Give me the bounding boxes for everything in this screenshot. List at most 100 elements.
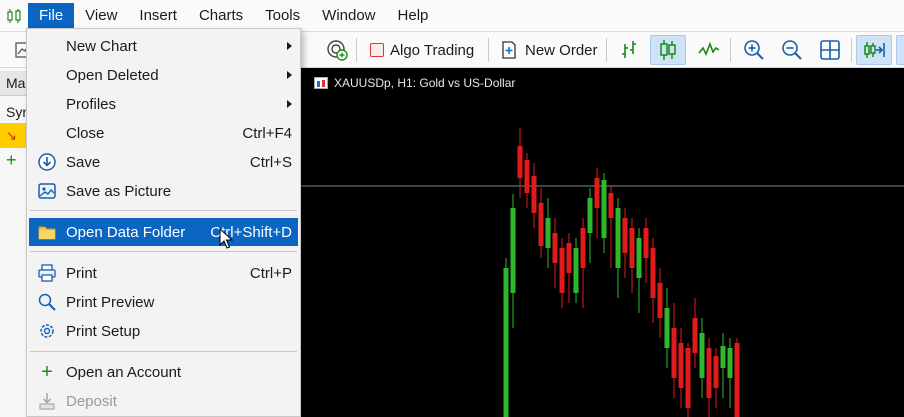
symbol-column-label: Syr <box>6 103 27 120</box>
picture-icon <box>37 181 57 201</box>
candlestick-icon <box>660 40 676 60</box>
candle-bull-body <box>587 198 593 233</box>
save-label: Save <box>66 153 101 171</box>
chart-window[interactable]: XAUUSDp, H1: Gold vs US-Dollar <box>300 68 904 417</box>
app-candlestick-icon[interactable] <box>0 0 28 32</box>
candle-bull-body <box>720 346 726 368</box>
menu-view[interactable]: View <box>74 3 128 29</box>
candle-bear-body <box>580 228 586 268</box>
auto-scroll-icon <box>864 42 885 58</box>
candle-bear-body <box>734 343 740 417</box>
candle-bear-body <box>685 348 691 408</box>
candle-bear-body <box>643 228 649 258</box>
candle-bear-body <box>531 176 537 213</box>
candle-bull-body <box>601 180 607 238</box>
new-order-button[interactable]: New Order <box>494 35 603 65</box>
close-shortcut: Ctrl+F4 <box>242 124 292 142</box>
save-as-picture-label: Save as Picture <box>66 182 172 200</box>
menu-item-open-deleted[interactable]: Open Deleted <box>29 61 298 89</box>
menu-item-profiles[interactable]: Profiles <box>29 90 298 118</box>
candle-bear-body <box>524 160 530 193</box>
menu-tools[interactable]: Tools <box>254 3 311 29</box>
menu-item-print-setup[interactable]: Print Setup <box>29 317 298 345</box>
print-preview-label: Print Preview <box>66 293 155 311</box>
candle-bear-body <box>657 283 663 318</box>
bar-chart-button[interactable] <box>612 35 646 65</box>
candle-bear-body <box>566 243 572 273</box>
candle-bear-body <box>517 146 523 178</box>
new-chart-label: New Chart <box>66 37 137 55</box>
candle-bear-body <box>559 248 565 293</box>
file-menu-dropdown: New Chart Open Deleted Profiles Close Ct… <box>26 28 301 417</box>
candle-bull-body <box>664 308 670 348</box>
candle-bear-body <box>622 218 628 253</box>
menu-item-open-account[interactable]: + Open an Account <box>29 358 298 386</box>
print-setup-gear-icon <box>37 321 57 341</box>
zoom-out-button[interactable] <box>775 35 809 65</box>
menu-file[interactable]: File <box>28 2 75 29</box>
candle-bear-body <box>678 343 684 388</box>
open-data-folder-label: Open Data Folder <box>66 223 186 241</box>
menu-window[interactable]: Window <box>311 3 386 29</box>
menu-item-open-data-folder[interactable]: Open Data Folder Ctrl+Shift+D <box>29 218 298 246</box>
menu-item-save-as-picture[interactable]: Save as Picture <box>29 177 298 205</box>
deposit-icon <box>37 391 57 411</box>
algo-trading-button[interactable]: Algo Trading <box>365 35 479 65</box>
print-setup-label: Print Setup <box>66 322 141 340</box>
tile-windows-icon <box>820 40 840 60</box>
menu-item-print-preview[interactable]: Print Preview <box>29 288 298 316</box>
arrow-down-right-icon: ↘ <box>6 127 17 143</box>
plus-icon: + <box>6 150 17 170</box>
candles-group <box>503 128 740 417</box>
menu-item-deposit[interactable]: Deposit <box>29 387 298 415</box>
candle-bear-body <box>650 248 656 298</box>
folder-icon <box>37 222 57 242</box>
candlestick-chart-button[interactable] <box>650 35 686 65</box>
menu-insert[interactable]: Insert <box>128 3 188 29</box>
menu-item-new-chart[interactable]: New Chart <box>29 32 298 60</box>
candle-bear-body <box>538 203 544 246</box>
candle-bear-body <box>671 328 677 378</box>
candle-bear-body <box>629 228 635 268</box>
candle-bear-body <box>594 178 600 208</box>
save-shortcut: Ctrl+S <box>249 153 292 171</box>
candle-bull-body <box>510 208 516 293</box>
algo-trading-icon <box>370 43 384 57</box>
new-order-icon <box>502 41 516 59</box>
profiles-label: Profiles <box>66 95 117 113</box>
candle-bear-body <box>608 193 614 218</box>
save-icon <box>37 152 57 172</box>
line-chart-button[interactable] <box>692 35 726 65</box>
auto-scroll-button[interactable] <box>856 35 892 65</box>
printer-icon <box>37 263 57 283</box>
mouse-pointer-icon <box>219 228 233 249</box>
candle-bear-body <box>706 348 712 398</box>
close-label: Close <box>66 124 105 142</box>
candle-bull-body <box>573 248 579 293</box>
menu-item-close[interactable]: Close Ctrl+F4 <box>29 119 298 147</box>
menu-item-save[interactable]: Save Ctrl+S <box>29 148 298 176</box>
candle-bull-body <box>636 238 642 278</box>
tile-windows-button[interactable] <box>813 35 847 65</box>
menu-charts[interactable]: Charts <box>188 3 254 29</box>
print-preview-icon <box>37 292 57 312</box>
open-deleted-label: Open Deleted <box>66 66 159 84</box>
deposit-label: Deposit <box>66 392 117 410</box>
zoom-in-icon <box>744 40 764 60</box>
zoom-in-button[interactable] <box>737 35 771 65</box>
submenu-arrow-icon <box>287 71 292 79</box>
candlestick-chart[interactable] <box>300 68 904 417</box>
add-chart-icon[interactable] <box>320 35 354 65</box>
candle-bull-body <box>503 268 509 417</box>
print-shortcut: Ctrl+P <box>249 264 292 282</box>
line-chart-icon <box>698 41 720 56</box>
candle-bear-body <box>552 233 558 263</box>
candle-bull-body <box>545 218 551 248</box>
menu-help[interactable]: Help <box>387 3 440 29</box>
open-account-label: Open an Account <box>66 363 182 381</box>
chart-shift-button[interactable] <box>896 35 904 65</box>
menu-item-print[interactable]: Print Ctrl+P <box>29 259 298 287</box>
chart-window-icon <box>314 77 328 89</box>
candle-bull-body <box>615 208 621 268</box>
print-label: Print <box>66 264 97 282</box>
